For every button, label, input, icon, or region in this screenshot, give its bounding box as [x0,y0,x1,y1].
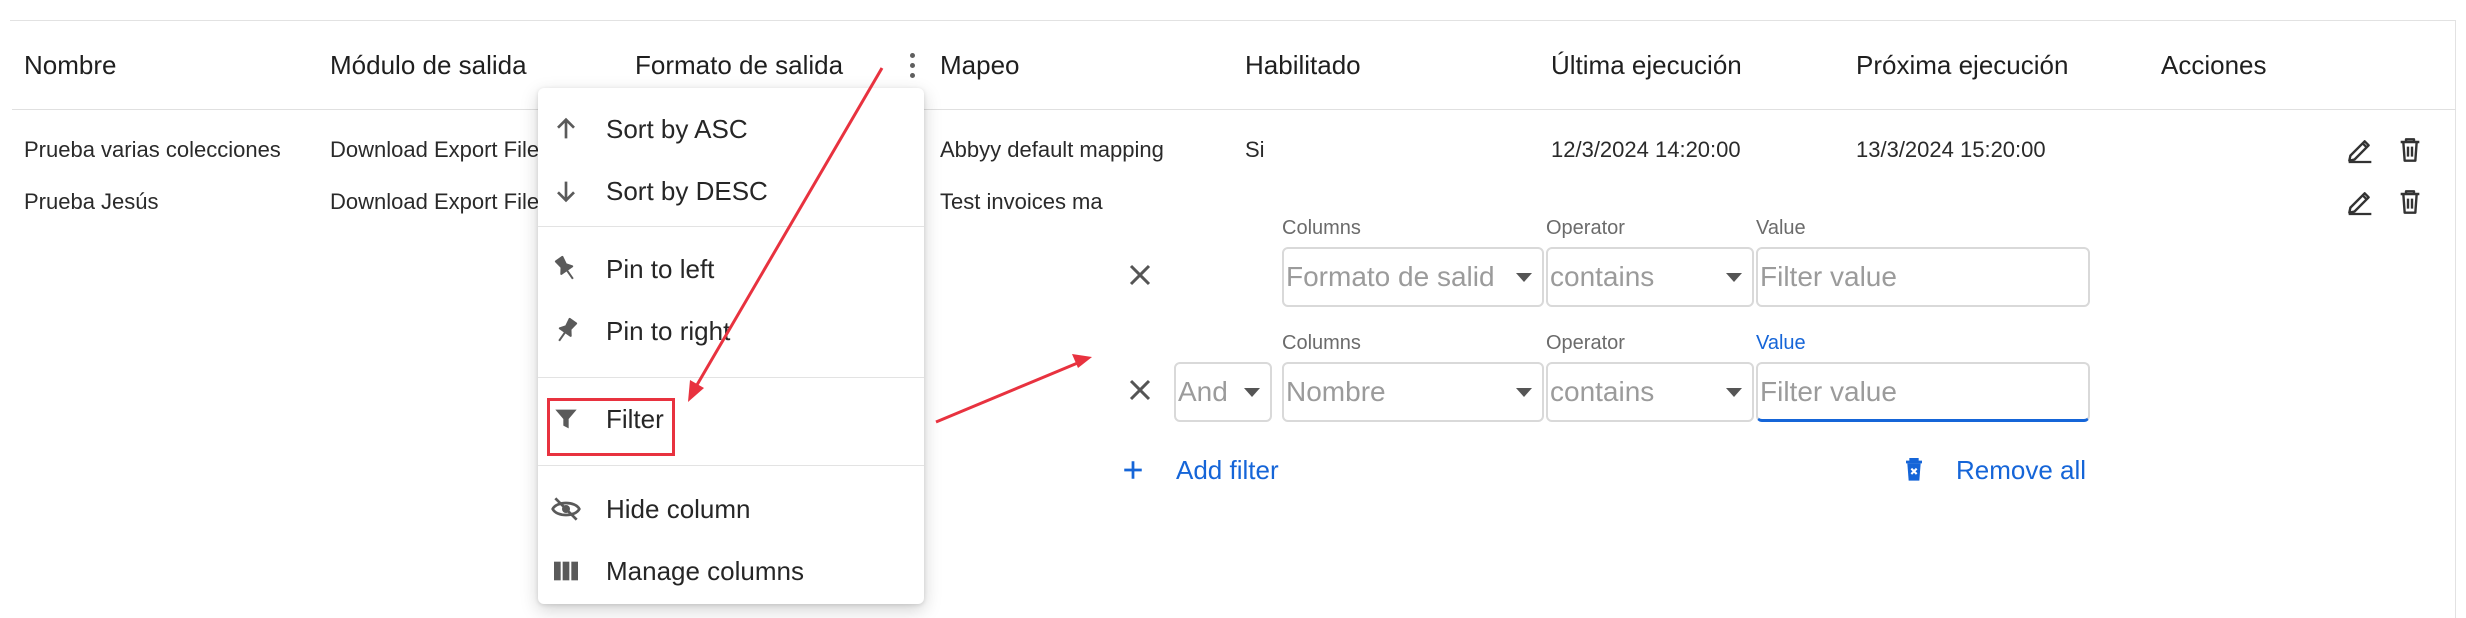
columns-icon [550,555,582,587]
caret-down-icon [1516,388,1532,397]
remove-all-label: Remove all [1956,454,2087,485]
column-header-nombre[interactable]: Nombre [24,20,116,110]
edit-icon[interactable] [2344,134,2376,166]
arrow-down-icon [550,175,582,207]
grid-header: Nombre Módulo de salida Formato de salid… [12,20,2456,110]
menu-item-label: Pin to left [606,253,715,284]
caret-down-icon [1726,273,1742,282]
column-select[interactable]: Formato de salid [1282,247,1544,307]
pin-left-icon [550,253,582,285]
menu-item-label: Manage columns [606,555,804,586]
column-select-value: Nombre [1286,376,1386,407]
menu-divider [538,226,924,227]
menu-item-label: Pin to right [606,315,731,346]
add-filter-button[interactable]: Add filter [1118,450,1279,490]
eye-off-icon [550,493,582,525]
menu-item-sort-asc[interactable]: Sort by ASC [538,98,924,160]
menu-item-manage-columns[interactable]: Manage columns [538,540,924,602]
column-select-value: Formato de salid [1286,261,1495,292]
cell-nombre: Prueba Jesús [24,189,159,214]
menu-item-pin-left[interactable]: Pin to left [538,238,924,300]
menu-item-pin-right[interactable]: Pin to right [538,300,924,362]
plus-icon [1124,461,1142,479]
close-icon[interactable] [1122,257,1158,293]
edit-icon[interactable] [2344,186,2376,218]
column-select[interactable]: Nombre [1282,362,1544,422]
value-label: Value [1756,332,1806,354]
caret-down-icon [1726,388,1742,397]
operator-select-value: contains [1550,261,1655,292]
column-header-ultima[interactable]: Última ejecución [1551,20,1742,110]
caret-down-icon [1244,388,1260,397]
column-header-habilitado[interactable]: Habilitado [1245,20,1361,110]
menu-item-label: Hide column [606,493,751,524]
cell-modulo: Download Export File [330,189,540,214]
menu-item-sort-desc[interactable]: Sort by DESC [538,160,924,222]
filter-value-placeholder: Filter value [1760,261,1897,292]
logic-operator-value: And [1178,376,1228,407]
operator-label: Operator [1546,332,1625,354]
column-header-modulo[interactable]: Módulo de salida [330,20,527,110]
menu-divider [538,377,924,378]
remove-all-button[interactable]: Remove all [1898,450,2086,490]
column-header-acciones: Acciones [2161,50,2267,80]
delete-sweep-icon [1906,458,1922,481]
filter-value-placeholder: Filter value [1760,376,1897,407]
filter-highlight-annotation [547,398,675,456]
operator-label: Operator [1546,217,1625,239]
arrow-up-icon [550,113,582,145]
column-menu-icon[interactable] [897,40,927,90]
close-icon[interactable] [1122,372,1158,408]
menu-item-hide-column[interactable]: Hide column [538,478,924,540]
cell-mapeo: Test invoices ma [940,189,1103,214]
operator-select-value: contains [1550,376,1655,407]
menu-item-label: Sort by DESC [606,175,768,206]
caret-down-icon [1516,273,1532,282]
columns-label: Columns [1282,332,1361,354]
filter-value-input[interactable]: Filter value [1756,362,2090,422]
operator-select[interactable]: contains [1546,362,1754,422]
pin-right-icon [550,315,582,347]
operator-select[interactable]: contains [1546,247,1754,307]
column-menu: Sort by ASC Sort by DESC Pin to left Pin… [538,88,924,604]
delete-icon[interactable] [2394,186,2426,218]
column-header-proxima[interactable]: Próxima ejecución [1856,20,2068,110]
delete-icon[interactable] [2394,134,2426,166]
filter-value-input[interactable]: Filter value [1756,247,2090,307]
logic-operator-select[interactable]: And [1174,362,1272,422]
value-label: Value [1756,217,1806,239]
menu-divider [538,465,924,466]
menu-item-label: Sort by ASC [606,113,748,144]
add-filter-label: Add filter [1176,454,1279,485]
columns-label: Columns [1282,217,1361,239]
column-header-mapeo[interactable]: Mapeo [940,20,1020,110]
filter-panel: Columns Formato de salid Operator contai… [1100,195,2120,495]
